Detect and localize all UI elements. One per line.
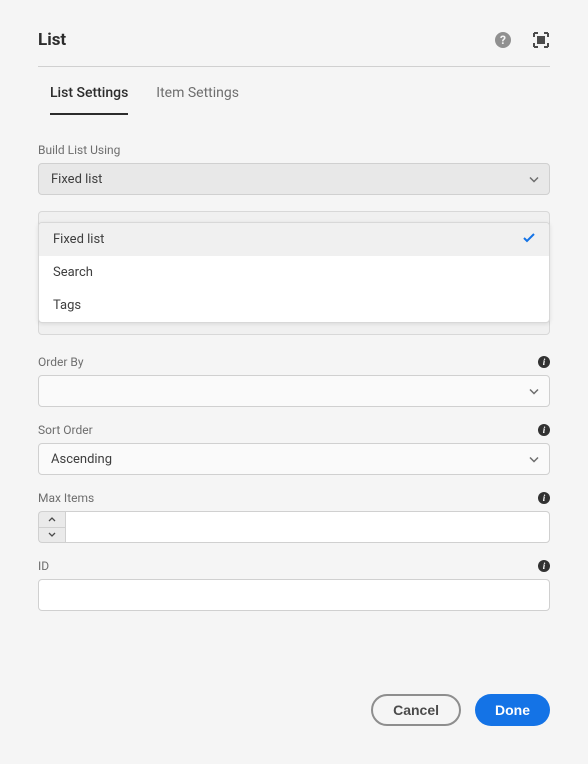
field-id: ID i bbox=[38, 559, 550, 611]
tabs: List Settings Item Settings bbox=[38, 85, 550, 115]
header-icons: ? bbox=[494, 31, 550, 49]
option-search[interactable]: Search bbox=[39, 256, 549, 289]
field-sort-order: Sort Order i Ascending bbox=[38, 423, 550, 475]
list-dialog: List ? List Settings Item Settings Build… bbox=[0, 0, 588, 611]
check-icon bbox=[523, 232, 535, 247]
done-button[interactable]: Done bbox=[475, 694, 550, 726]
fullscreen-icon[interactable] bbox=[532, 31, 550, 49]
info-icon[interactable]: i bbox=[538, 492, 550, 504]
select-value: Ascending bbox=[51, 452, 112, 467]
tab-list-settings[interactable]: List Settings bbox=[50, 85, 128, 115]
help-icon[interactable]: ? bbox=[494, 31, 512, 49]
label-order-by: Order By bbox=[38, 355, 84, 369]
form: Build List Using Fixed list Fixed list S… bbox=[38, 143, 550, 611]
select-build-list-using[interactable]: Fixed list bbox=[38, 163, 550, 195]
label-build-list-using: Build List Using bbox=[38, 143, 120, 157]
select-value: Fixed list bbox=[51, 172, 102, 187]
chevron-down-icon bbox=[529, 384, 539, 399]
label-sort-order: Sort Order bbox=[38, 423, 93, 437]
info-icon[interactable]: i bbox=[538, 560, 550, 572]
input-max-items[interactable] bbox=[65, 511, 550, 543]
info-icon[interactable]: i bbox=[538, 356, 550, 368]
dialog-footer: Cancel Done bbox=[371, 694, 550, 726]
label-max-items: Max Items bbox=[38, 491, 94, 505]
input-id[interactable] bbox=[38, 579, 550, 611]
option-label: Tags bbox=[53, 298, 81, 313]
select-sort-order[interactable]: Ascending bbox=[38, 443, 550, 475]
stepper-up[interactable] bbox=[39, 512, 65, 528]
field-max-items: Max Items i bbox=[38, 491, 550, 543]
select-order-by[interactable] bbox=[38, 375, 550, 407]
field-build-list-using: Build List Using Fixed list bbox=[38, 143, 550, 195]
option-fixed-list[interactable]: Fixed list bbox=[39, 223, 549, 256]
number-max-items bbox=[38, 511, 550, 543]
stepper bbox=[38, 511, 65, 543]
cancel-button[interactable]: Cancel bbox=[371, 694, 461, 726]
stepper-down[interactable] bbox=[39, 528, 65, 543]
dialog-header: List ? bbox=[38, 30, 550, 67]
option-tags[interactable]: Tags bbox=[39, 289, 549, 322]
tab-item-settings[interactable]: Item Settings bbox=[156, 85, 239, 115]
info-icon[interactable]: i bbox=[538, 424, 550, 436]
dropdown-build-list-using: Fixed list Search Tags bbox=[38, 222, 550, 323]
field-order-by: Order By i bbox=[38, 355, 550, 407]
chevron-down-icon bbox=[529, 452, 539, 467]
option-label: Fixed list bbox=[53, 232, 104, 247]
svg-text:?: ? bbox=[500, 33, 506, 47]
dialog-title: List bbox=[38, 30, 66, 50]
option-label: Search bbox=[53, 265, 93, 280]
chevron-down-icon bbox=[529, 172, 539, 187]
label-id: ID bbox=[38, 559, 49, 573]
